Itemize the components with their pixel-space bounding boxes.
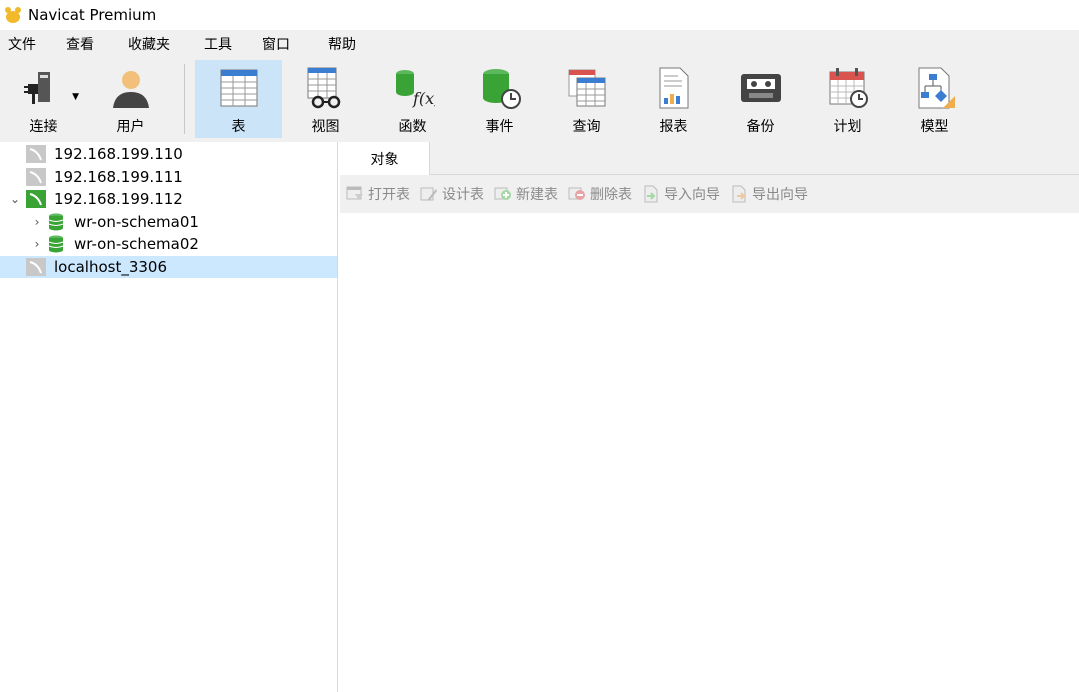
schedule-label: 计划 xyxy=(833,119,862,135)
app-window: Navicat Premium 文件 查看 收藏夹 工具 窗口 帮助 ▼ 连接 xyxy=(0,0,1079,692)
new-table-button[interactable]: 新建表 xyxy=(494,184,558,204)
import-wizard-label: 导入向导 xyxy=(664,187,720,203)
add-icon xyxy=(494,185,512,203)
backup-label: 备份 xyxy=(746,119,775,135)
import-wizard-button[interactable]: 导入向导 xyxy=(642,184,720,204)
view-label: 视图 xyxy=(311,119,340,135)
report-icon xyxy=(652,66,696,110)
menu-file[interactable]: 文件 xyxy=(0,30,44,60)
delete-table-button[interactable]: 删除表 xyxy=(568,184,632,204)
svg-text:f(x): f(x) xyxy=(412,89,435,108)
object-toolbar: 打开表 设计表 新建表 删除表 导入向导 导出向导 xyxy=(340,175,1079,213)
query-label: 查询 xyxy=(572,119,601,135)
menu-help[interactable]: 帮助 xyxy=(320,30,364,60)
tab-strip: 对象 xyxy=(340,142,1079,176)
navicat-logo-icon xyxy=(4,6,22,24)
table-icon xyxy=(217,66,261,110)
function-button[interactable]: f(x) 函数 xyxy=(369,60,456,138)
user-icon xyxy=(109,66,153,110)
cassette-icon xyxy=(739,66,783,110)
tree-item-connection-selected[interactable]: localhost_3306 xyxy=(0,255,337,278)
design-table-label: 设计表 xyxy=(442,187,484,203)
event-icon xyxy=(478,66,522,110)
open-table-button[interactable]: 打开表 xyxy=(346,184,410,204)
mysql-connection-icon xyxy=(26,190,46,209)
tab-objects[interactable]: 对象 xyxy=(340,142,430,176)
user-button[interactable]: 用户 xyxy=(87,60,174,138)
chevron-right-icon[interactable]: › xyxy=(26,237,48,251)
model-label: 模型 xyxy=(920,119,949,135)
export-wizard-label: 导出向导 xyxy=(752,187,808,203)
model-icon xyxy=(913,66,957,110)
report-button[interactable]: 报表 xyxy=(630,60,717,138)
object-pane: 对象 打开表 设计表 新建表 删除表 导入向导 导出向导 xyxy=(340,142,1079,692)
tree-item-database[interactable]: › wr-on-schema02 xyxy=(0,233,337,256)
menu-bar: 文件 查看 收藏夹 工具 窗口 帮助 xyxy=(0,30,1079,60)
plug-icon xyxy=(22,66,66,110)
connection-label: 192.168.199.110 xyxy=(54,145,183,164)
delete-table-label: 删除表 xyxy=(590,187,632,203)
connect-label: 连接 xyxy=(29,119,58,135)
menu-view[interactable]: 查看 xyxy=(58,30,102,60)
database-icon xyxy=(48,213,64,231)
open-table-label: 打开表 xyxy=(368,187,410,203)
event-button[interactable]: 事件 xyxy=(456,60,543,138)
menu-tools[interactable]: 工具 xyxy=(196,30,240,60)
tree-item-connection[interactable]: 192.168.199.111 xyxy=(0,166,337,189)
export-icon xyxy=(730,185,748,203)
event-label: 事件 xyxy=(485,119,514,135)
report-label: 报表 xyxy=(659,119,688,135)
delete-icon xyxy=(568,185,586,203)
view-button[interactable]: 视图 xyxy=(282,60,369,138)
function-icon: f(x) xyxy=(391,66,435,110)
window-title: Navicat Premium xyxy=(28,6,157,24)
export-wizard-button[interactable]: 导出向导 xyxy=(730,184,808,204)
design-table-button[interactable]: 设计表 xyxy=(420,184,484,204)
mysql-connection-icon xyxy=(26,145,46,164)
connection-tree: 192.168.199.110 192.168.199.111 ⌄ 192.16… xyxy=(0,142,338,692)
connect-button[interactable]: ▼ 连接 xyxy=(0,60,87,138)
connection-label: localhost_3306 xyxy=(54,257,168,276)
connection-label: 192.168.199.112 xyxy=(54,190,183,209)
tree-item-connection[interactable]: 192.168.199.110 xyxy=(0,143,337,166)
import-icon xyxy=(642,185,660,203)
tree-item-database[interactable]: › wr-on-schema01 xyxy=(0,211,337,234)
query-icon xyxy=(565,66,609,110)
table-label: 表 xyxy=(231,119,246,135)
function-label: 函数 xyxy=(398,119,427,135)
menu-window[interactable]: 窗口 xyxy=(254,30,298,60)
object-list-area[interactable] xyxy=(340,213,1079,692)
mysql-connection-icon xyxy=(26,257,46,276)
view-icon xyxy=(304,66,348,110)
toolbar-divider xyxy=(184,64,185,134)
open-table-icon xyxy=(346,185,364,203)
title-bar: Navicat Premium xyxy=(0,0,1079,30)
model-button[interactable]: 模型 xyxy=(891,60,978,138)
user-label: 用户 xyxy=(116,119,145,135)
database-icon xyxy=(48,235,64,253)
pencil-icon xyxy=(420,185,438,203)
chevron-down-icon[interactable]: ▼ xyxy=(72,92,79,102)
database-label: wr-on-schema01 xyxy=(74,212,199,231)
tree-item-connection-open[interactable]: ⌄ 192.168.199.112 xyxy=(0,188,337,211)
database-label: wr-on-schema02 xyxy=(74,235,199,254)
mysql-connection-icon xyxy=(26,167,46,186)
new-table-label: 新建表 xyxy=(516,187,558,203)
main-toolbar: ▼ 连接 用户 表 视图 f(x 函数 事件 查询 报表 备份 计划 模型 xyxy=(0,60,1079,142)
schedule-button[interactable]: 计划 xyxy=(804,60,891,138)
query-button[interactable]: 查询 xyxy=(543,60,630,138)
table-button[interactable]: 表 xyxy=(195,60,282,138)
connection-label: 192.168.199.111 xyxy=(54,167,183,186)
calendar-icon xyxy=(826,66,870,110)
chevron-right-icon[interactable]: › xyxy=(26,215,48,229)
backup-button[interactable]: 备份 xyxy=(717,60,804,138)
menu-favorites[interactable]: 收藏夹 xyxy=(120,30,178,60)
chevron-down-icon[interactable]: ⌄ xyxy=(4,192,26,206)
